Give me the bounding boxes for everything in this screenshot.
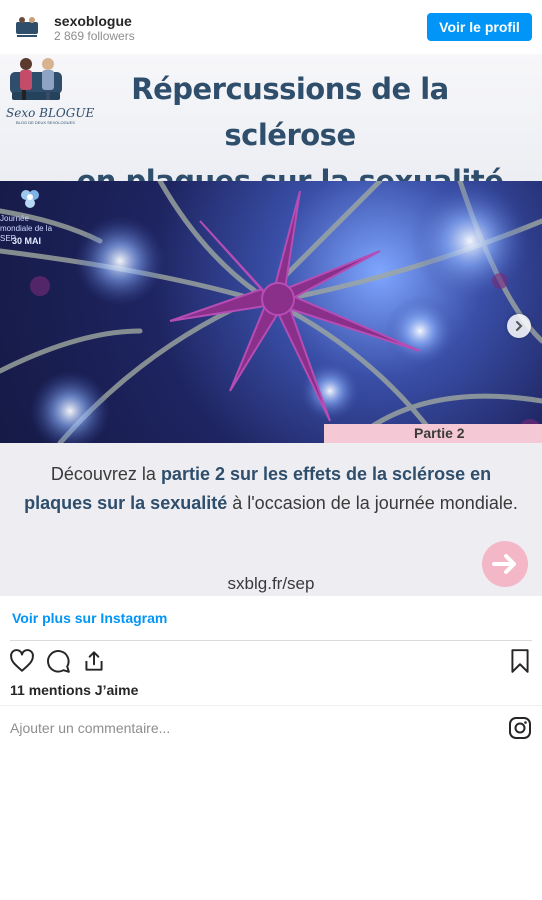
divider [10,640,532,641]
post-header: sexoblogue 2 869 followers Voir le profi… [0,0,542,54]
carousel-next-button[interactable] [507,314,531,338]
logo-subtitle: BLOG DE DEUX SEXOLOGUES [16,120,75,125]
event-date: 30 MAI [12,236,42,246]
followers-count: 2 869 followers [54,29,135,43]
neuron-photo: Journée mondiale de la SEP 30 MAI [0,181,542,443]
share-icon[interactable] [81,648,107,674]
sexoblogue-logo: Sexo BLOGUE BLOG DE DEUX SEXOLOGUES [2,54,94,128]
comment-icon[interactable] [45,648,71,674]
view-profile-button[interactable]: Voir le profil [427,13,532,41]
chevron-right-icon [516,321,523,331]
view-more-instagram-link[interactable]: Voir plus sur Instagram [12,610,167,626]
instagram-icon[interactable] [508,716,532,740]
post-image[interactable]: Sexo BLOGUE BLOG DE DEUX SEXOLOGUES Répe… [0,54,542,596]
username[interactable]: sexoblogue [54,13,132,29]
action-bar [0,646,542,676]
bookmark-icon[interactable] [507,648,533,674]
title-line-1: Répercussions de la sclérose [131,72,449,152]
part-label: Partie 2 [324,424,542,443]
arrow-right-icon [482,541,528,587]
sep-logo-icon [16,185,44,213]
heart-icon[interactable] [9,648,35,674]
desc-prefix: Découvrez la [50,464,161,484]
likes-count[interactable]: 11 mentions J’aime [10,682,138,698]
post-url: sxblg.fr/sep [227,574,315,593]
post-description: Découvrez la partie 2 sur les effets de … [20,460,522,518]
divider [0,705,542,706]
comment-input[interactable]: Ajouter un commentaire... [10,720,170,736]
desc-suffix: à l'occasion de la journée mondiale. [227,493,518,513]
avatar[interactable] [12,12,42,42]
